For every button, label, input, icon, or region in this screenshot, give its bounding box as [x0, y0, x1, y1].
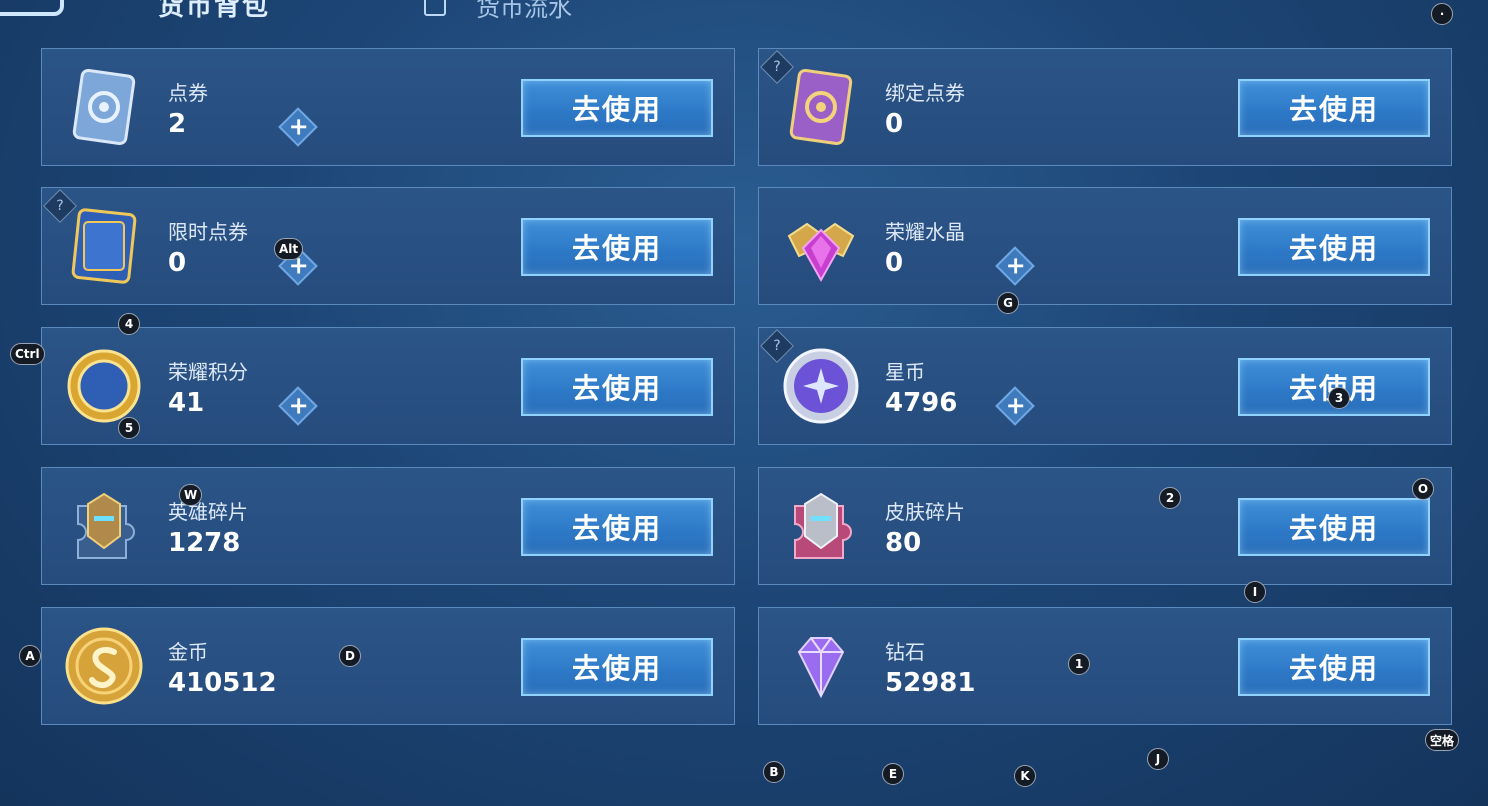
hotkey-badge: G [997, 292, 1019, 314]
limited-coupon-icon [64, 206, 144, 286]
glory-points-icon [64, 346, 144, 426]
currency-amount: 41 [168, 388, 205, 418]
hotkey-badge: I [1244, 581, 1266, 603]
hotkey-badge: Alt [274, 238, 304, 260]
plus-icon: + [288, 391, 309, 420]
hotkey-badge: 1 [1068, 653, 1090, 675]
glory-crystal-icon [781, 206, 861, 286]
currency-card-limited-coupon: ? 限时点券 0 + 去使用 [41, 187, 735, 305]
use-limited-coupon-button[interactable]: 去使用 [521, 218, 713, 276]
currency-name: 荣耀积分 [168, 360, 248, 384]
add-glory-crystal-button[interactable]: + [995, 246, 1035, 286]
hotkey-badge: 空格 [1425, 729, 1460, 751]
currency-name: 绑定点券 [885, 81, 965, 105]
hotkey-badge: E [882, 763, 904, 785]
use-glory-points-button[interactable]: 去使用 [521, 358, 713, 416]
currency-card-skin-fragment: 皮肤碎片 80 去使用 [758, 467, 1452, 585]
currency-amount: 4796 [885, 388, 958, 418]
hotkey-badge: O [1412, 478, 1434, 500]
hotkey-badge-dot: · [1431, 3, 1453, 25]
add-coupon-button[interactable]: + [278, 107, 318, 147]
plus-icon: + [288, 112, 309, 141]
plus-icon: + [1005, 391, 1026, 420]
tab-currency-bag[interactable]: 货币背包 [158, 0, 270, 23]
back-button[interactable] [0, 0, 64, 16]
hotkey-badge: J [1147, 748, 1169, 770]
skin-fragment-icon [781, 486, 861, 566]
currency-amount: 80 [885, 528, 922, 558]
hotkey-badge: W [179, 484, 203, 506]
tab-currency-flow[interactable]: 货币流水 [476, 0, 572, 23]
hotkey-badge: A [19, 645, 41, 667]
currency-amount: 0 [168, 248, 187, 278]
hotkey-badge: 2 [1159, 487, 1181, 509]
hero-fragment-icon [64, 486, 144, 566]
use-gold-coin-button[interactable]: 去使用 [521, 638, 713, 696]
hotkey-badge: Ctrl [10, 343, 45, 365]
currency-card-gold-coin: 金币 410512 去使用 [41, 607, 735, 725]
currency-amount: 0 [885, 109, 904, 139]
currency-name: 钻石 [885, 640, 925, 664]
hotkey-badge: B [763, 761, 785, 783]
use-glory-crystal-button[interactable]: 去使用 [1238, 218, 1430, 276]
currency-amount: 1278 [168, 528, 241, 558]
currency-amount: 0 [885, 248, 904, 278]
hotkey-badge: 4 [118, 313, 140, 335]
coupon-card-icon [64, 67, 144, 147]
currency-card-coupon: 点券 2 + 去使用 [41, 48, 735, 166]
currency-name: 皮肤碎片 [885, 500, 965, 524]
hotkey-badge: 5 [118, 417, 140, 439]
bound-coupon-card-icon [781, 67, 861, 147]
plus-icon: + [1005, 251, 1026, 280]
gold-coin-icon [64, 626, 144, 706]
top-bar: 货币背包 货币流水 [0, 0, 1488, 40]
currency-name: 荣耀水晶 [885, 220, 965, 244]
currency-amount: 410512 [168, 668, 277, 698]
currency-amount: 2 [168, 109, 187, 139]
hotkey-badge: 3 [1328, 387, 1350, 409]
add-star-coin-button[interactable]: + [995, 386, 1035, 426]
diamond-icon [781, 626, 861, 706]
currency-card-glory-crystal: 荣耀水晶 0 + 去使用 [758, 187, 1452, 305]
currency-amount: 52981 [885, 668, 976, 698]
use-hero-fragment-button[interactable]: 去使用 [521, 498, 713, 556]
use-bound-coupon-button[interactable]: 去使用 [1238, 79, 1430, 137]
hotkey-badge: K [1014, 765, 1036, 787]
currency-card-bound-coupon: ? 绑定点券 0 去使用 [758, 48, 1452, 166]
hotkey-badge: D [339, 645, 361, 667]
use-diamond-button[interactable]: 去使用 [1238, 638, 1430, 696]
use-skin-fragment-button[interactable]: 去使用 [1238, 498, 1430, 556]
currency-card-glory-points: 荣耀积分 41 + 去使用 [41, 327, 735, 445]
star-coin-icon [781, 346, 861, 426]
add-glory-points-button[interactable]: + [278, 386, 318, 426]
currency-name: 金币 [168, 640, 208, 664]
currency-name: 限时点券 [168, 220, 248, 244]
currency-card-hero-fragment: 英雄碎片 1278 去使用 [41, 467, 735, 585]
currency-name: 点券 [168, 81, 208, 105]
currency-flow-icon [424, 0, 446, 16]
currency-card-diamond: 钻石 52981 去使用 [758, 607, 1452, 725]
use-coupon-button[interactable]: 去使用 [521, 79, 713, 137]
currency-name: 星币 [885, 360, 925, 384]
currency-card-star-coin: ? 星币 4796 + 去使用 [758, 327, 1452, 445]
